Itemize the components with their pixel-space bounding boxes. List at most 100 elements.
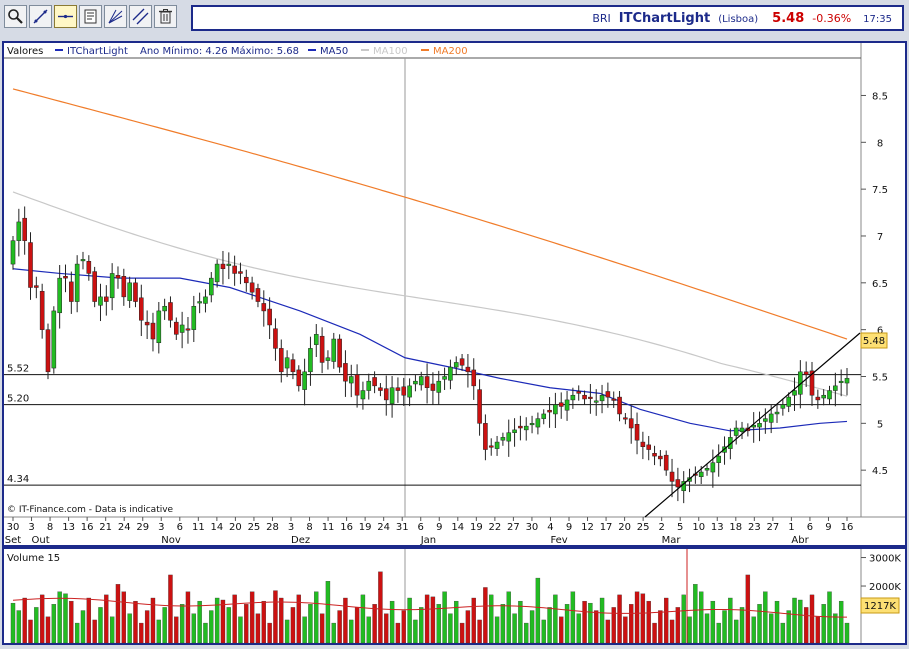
candle-body[interactable] xyxy=(821,394,826,399)
candle-body[interactable] xyxy=(92,271,97,302)
volume-bar[interactable] xyxy=(232,594,237,644)
candle-body[interactable] xyxy=(325,357,331,361)
volume-bar[interactable] xyxy=(477,619,482,644)
volume-bar[interactable] xyxy=(349,619,354,644)
volume-bar[interactable] xyxy=(34,607,39,644)
volume-bar[interactable] xyxy=(45,616,51,644)
candle-body[interactable] xyxy=(232,265,237,274)
volume-bar[interactable] xyxy=(86,597,92,644)
candle-body[interactable] xyxy=(360,390,366,400)
volume-bar[interactable] xyxy=(139,622,144,644)
candle-body[interactable] xyxy=(413,380,418,385)
volume-bar[interactable] xyxy=(774,600,780,644)
candle-body[interactable] xyxy=(331,338,337,362)
volume-bar[interactable] xyxy=(191,613,196,644)
candle-body[interactable] xyxy=(838,380,844,383)
volume-bar[interactable] xyxy=(751,616,756,644)
candle-body[interactable] xyxy=(716,455,721,463)
volume-bar[interactable] xyxy=(174,616,179,644)
volume-bar[interactable] xyxy=(634,591,640,644)
volume-bar[interactable] xyxy=(798,599,803,644)
candle-body[interactable] xyxy=(640,441,646,447)
candle-body[interactable] xyxy=(827,390,832,400)
volume-bar[interactable] xyxy=(704,613,710,644)
candle-body[interactable] xyxy=(471,369,477,387)
candle-body[interactable] xyxy=(733,427,739,436)
volume-bar[interactable] xyxy=(833,613,838,644)
volume-bar[interactable] xyxy=(156,619,161,644)
volume-bar[interactable] xyxy=(378,571,383,644)
volume-bar[interactable] xyxy=(226,607,231,644)
volume-bar[interactable] xyxy=(500,604,506,644)
volume-bar[interactable] xyxy=(413,619,418,644)
volume-bar[interactable] xyxy=(10,602,16,644)
candle-body[interactable] xyxy=(273,328,278,349)
candle-body[interactable] xyxy=(290,359,296,373)
candle-body[interactable] xyxy=(477,389,482,424)
volume-bar[interactable] xyxy=(115,584,121,644)
candle-body[interactable] xyxy=(69,281,74,302)
candle-body[interactable] xyxy=(553,404,558,415)
volume-bar[interactable] xyxy=(179,604,185,644)
volume-bar[interactable] xyxy=(185,591,191,644)
volume-bar[interactable] xyxy=(780,622,786,644)
volume-bar[interactable] xyxy=(442,591,447,644)
candle-body[interactable] xyxy=(739,427,745,433)
candle-body[interactable] xyxy=(267,308,272,326)
volume-bar[interactable] xyxy=(489,594,494,644)
candle-body[interactable] xyxy=(628,418,634,429)
candle-body[interactable] xyxy=(127,282,132,301)
volume-bar[interactable] xyxy=(512,613,517,644)
volume-bar[interactable] xyxy=(529,610,535,644)
candle-body[interactable] xyxy=(564,399,570,411)
volume-bar[interactable] xyxy=(22,597,27,644)
volume-bar[interactable] xyxy=(739,607,745,644)
candle-body[interactable] xyxy=(179,324,185,333)
volume-bar[interactable] xyxy=(594,610,599,644)
candle-body[interactable] xyxy=(803,371,809,375)
candle-body[interactable] xyxy=(436,380,442,393)
candle-body[interactable] xyxy=(57,277,62,314)
candle-body[interactable] xyxy=(34,285,39,288)
candle-body[interactable] xyxy=(588,396,593,399)
candle-body[interactable] xyxy=(599,394,605,402)
candle-body[interactable] xyxy=(401,386,407,396)
candle-body[interactable] xyxy=(576,391,582,394)
candle-body[interactable] xyxy=(389,387,395,404)
volume-bar[interactable] xyxy=(104,594,109,644)
volume-bar[interactable] xyxy=(144,610,150,644)
candle-body[interactable] xyxy=(319,335,325,363)
price-chart[interactable]: Valores ITChartLight Ano Mínimo: 4.26 Má… xyxy=(0,0,909,649)
volume-bar[interactable] xyxy=(483,587,488,644)
candle-body[interactable] xyxy=(611,398,617,401)
candle-body[interactable] xyxy=(675,479,681,488)
volume-bar[interactable] xyxy=(553,594,558,644)
candle-body[interactable] xyxy=(518,425,523,429)
volume-bar[interactable] xyxy=(605,619,611,644)
volume-bar[interactable] xyxy=(716,622,721,644)
candle-body[interactable] xyxy=(541,413,547,419)
volume-bar[interactable] xyxy=(261,600,266,644)
volume-bar[interactable] xyxy=(92,619,97,644)
candle-body[interactable] xyxy=(593,400,599,403)
candle-body[interactable] xyxy=(284,357,290,369)
volume-bar[interactable] xyxy=(652,622,657,644)
candle-body[interactable] xyxy=(278,348,284,373)
volume-bar[interactable] xyxy=(314,591,319,644)
candle-body[interactable] xyxy=(80,259,86,262)
candle-body[interactable] xyxy=(354,374,360,396)
volume-bar[interactable] xyxy=(809,594,815,644)
volume-bar[interactable] xyxy=(133,600,138,644)
candle-body[interactable] xyxy=(488,445,494,448)
volume-bar[interactable] xyxy=(658,610,663,644)
volume-bar[interactable] xyxy=(419,607,424,644)
volume-bar[interactable] xyxy=(162,607,167,644)
volume-bar[interactable] xyxy=(74,622,80,644)
candle-body[interactable] xyxy=(378,387,383,391)
volume-bar[interactable] xyxy=(319,613,325,644)
volume-bar[interactable] xyxy=(220,599,226,644)
candle-body[interactable] xyxy=(214,263,220,283)
candle-body[interactable] xyxy=(337,338,342,368)
candle-body[interactable] xyxy=(833,385,838,391)
volume-bar[interactable] xyxy=(745,574,751,644)
